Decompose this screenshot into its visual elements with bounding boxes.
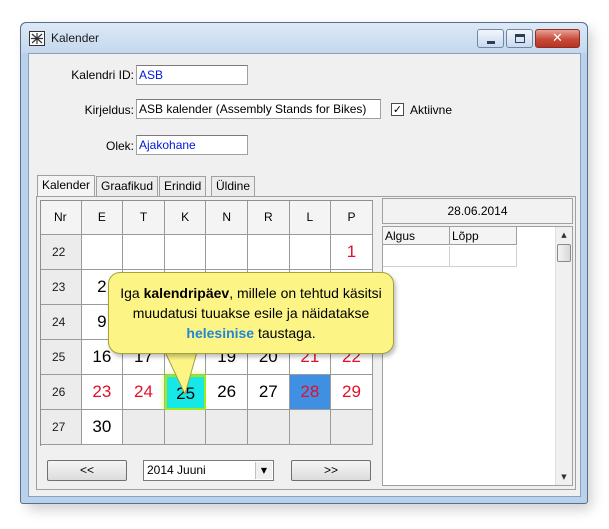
calendar-empty-cell <box>289 235 332 270</box>
callout-highlight-word: helesinise <box>186 325 255 341</box>
column-header-p: P <box>331 200 373 235</box>
calendar-day-number: 27 <box>258 382 278 401</box>
column-header-end[interactable]: Lõpp <box>450 227 517 245</box>
calendar-day-number: 29 <box>342 382 361 401</box>
calendar-app-icon <box>29 31 45 46</box>
scroll-up-icon[interactable]: ▲ <box>556 227 572 243</box>
prev-month-button[interactable]: << <box>47 460 127 481</box>
column-header-l: L <box>289 200 332 235</box>
week-number: 22 <box>40 235 82 270</box>
calendar-day-cell[interactable]: 30 <box>81 410 124 445</box>
title-bar[interactable]: Kalender ✕ <box>21 23 587 53</box>
week-number: 25 <box>40 340 82 375</box>
calendar-empty-cell <box>123 410 165 445</box>
maximize-button[interactable] <box>506 29 533 48</box>
calendar-day-cell[interactable]: 1 <box>331 235 373 270</box>
calendar-empty-cell <box>331 410 373 445</box>
next-month-button[interactable]: >> <box>291 460 371 481</box>
calendar-empty-cell <box>164 235 207 270</box>
vertical-scrollbar[interactable]: ▲ ▼ <box>555 227 572 485</box>
calendar-empty-cell <box>81 235 124 270</box>
description-input[interactable]: ASB kalender (Assembly Stands for Bikes) <box>136 99 381 119</box>
calendar-empty-cell <box>248 235 290 270</box>
calendar-day-number: 23 <box>92 382 112 401</box>
calendar-empty-cell <box>164 410 207 445</box>
column-header-start[interactable]: Algus <box>383 227 450 245</box>
callout-tail <box>164 350 198 396</box>
column-header-t: T <box>123 200 165 235</box>
column-header-r: R <box>248 200 290 235</box>
tab-graafikud[interactable]: Graafikud <box>96 176 159 196</box>
week-number: 23 <box>40 270 82 305</box>
calendar-empty-cell <box>206 235 248 270</box>
calendar-day-number: 30 <box>92 417 112 436</box>
scroll-down-icon[interactable]: ▼ <box>556 469 572 485</box>
column-header-n: N <box>206 200 248 235</box>
active-label: Aktiivne <box>410 103 453 117</box>
minimize-button[interactable] <box>477 29 504 48</box>
week-number: 27 <box>40 410 82 445</box>
week-number: 26 <box>40 375 82 410</box>
minimize-icon <box>487 41 495 44</box>
active-checkbox[interactable]: ✓ <box>391 103 404 116</box>
maximize-icon <box>515 34 525 43</box>
calendar-empty-cell <box>289 410 332 445</box>
callout-text-before: Iga <box>120 285 144 301</box>
month-select-value: 2014 Juuni <box>147 463 206 477</box>
calendar-day-cell[interactable]: 28 <box>289 375 332 410</box>
list-cell[interactable] <box>383 246 450 267</box>
calendar-day-cell[interactable]: 27 <box>248 375 290 410</box>
selected-date-header: 28.06.2014 <box>382 198 573 224</box>
column-header-nr: Nr <box>40 200 82 235</box>
tab-uldine[interactable]: Üldine <box>211 176 256 196</box>
month-select[interactable]: 2014 Juuni ▼ <box>143 460 274 481</box>
tab-erindid[interactable]: Erindid <box>159 176 207 196</box>
calendar-day-number: 1 <box>346 242 357 261</box>
status-label: Olek: <box>105 139 134 153</box>
chevron-down-icon: ▼ <box>255 462 272 479</box>
calendar-empty-cell <box>123 235 165 270</box>
callout-bold-word: kalendripäev <box>143 285 230 301</box>
scroll-thumb[interactable] <box>557 244 571 262</box>
calendar-day-cell[interactable]: 23 <box>81 375 124 410</box>
callout-text-after: taustaga. <box>254 325 316 341</box>
tab-kalender[interactable]: Kalender <box>37 175 96 196</box>
tooltip-callout: Iga kalendripäev, millele on tehtud käsi… <box>108 272 394 354</box>
close-icon: ✕ <box>552 31 563 46</box>
description-label: Kirjeldus: <box>84 103 134 117</box>
day-intervals-list[interactable]: Algus Lõpp ▲ ▼ <box>382 226 573 486</box>
window-title: Kalender <box>51 31 100 45</box>
status-input[interactable]: Ajakohane <box>136 135 248 155</box>
calendar-day-cell[interactable]: 29 <box>331 375 373 410</box>
list-cell[interactable] <box>450 246 517 267</box>
close-button[interactable]: ✕ <box>535 29 580 48</box>
week-number: 24 <box>40 305 82 340</box>
column-header-e: E <box>81 200 124 235</box>
calendar-day-number: 28 <box>300 382 320 401</box>
calendar-id-label: Kalendri ID: <box>71 68 134 82</box>
calendar-empty-cell <box>248 410 290 445</box>
column-header-k: K <box>164 200 207 235</box>
calendar-empty-cell <box>206 410 248 445</box>
calendar-id-input[interactable]: ASB <box>136 65 248 85</box>
